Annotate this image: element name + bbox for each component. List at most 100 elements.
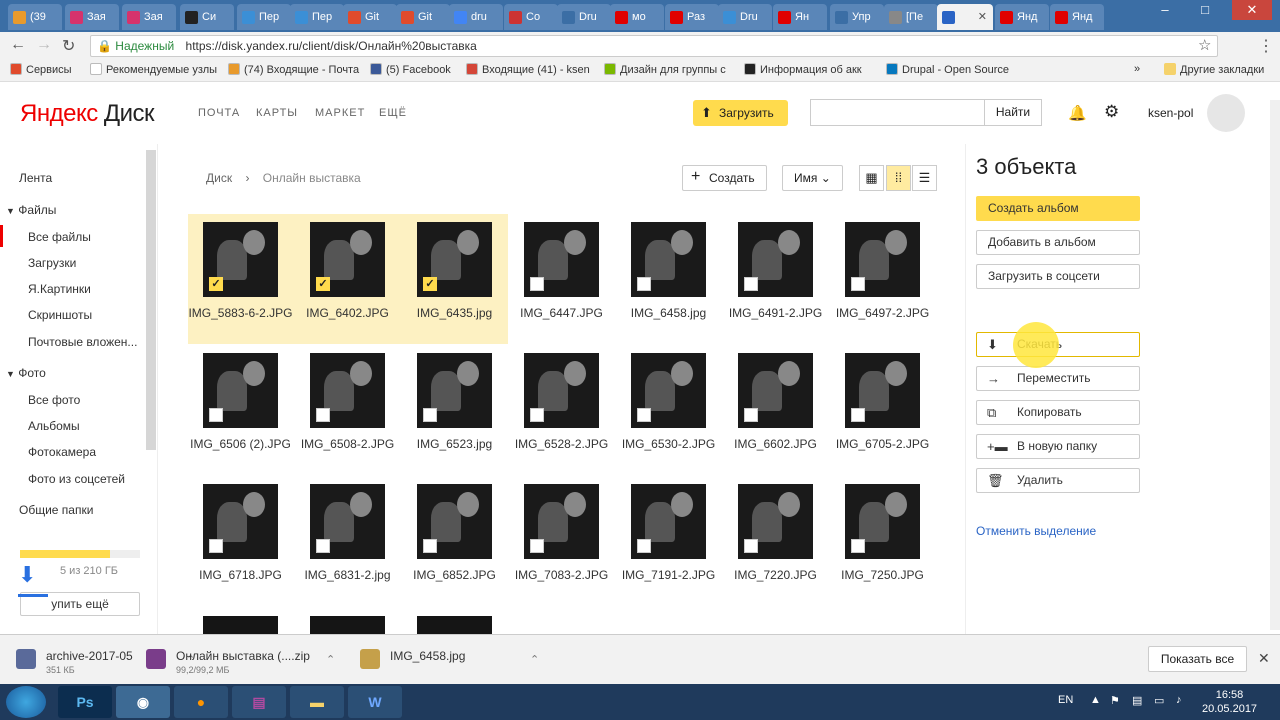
browser-tab[interactable]: Пер <box>237 4 291 30</box>
browser-tab[interactable]: Пер <box>290 4 344 30</box>
file-thumbnail[interactable] <box>738 484 813 559</box>
bookmark-item[interactable]: Дизайн для группы с <box>604 63 726 76</box>
network-icon[interactable]: ▤ <box>1132 694 1142 707</box>
browser-tab[interactable]: Dru <box>557 4 611 30</box>
file-item[interactable]: IMG_6831-2.jpg <box>294 484 401 583</box>
file-checkbox[interactable] <box>851 539 865 553</box>
create-button[interactable]: + Создать <box>682 165 767 191</box>
word-taskbar-icon[interactable]: W <box>348 686 402 718</box>
copy-button[interactable]: ⧉ Копировать <box>976 400 1140 425</box>
browser-tab[interactable]: Си <box>180 4 234 30</box>
volume-icon[interactable]: ♪ <box>1176 694 1182 706</box>
sidebar-item-photo[interactable]: ▼ Фото <box>6 366 46 380</box>
file-item[interactable]: ✓ IMG_5883-6-2.JPG <box>187 222 294 321</box>
file-checkbox[interactable] <box>637 539 651 553</box>
bookmarks-overflow-icon[interactable]: » <box>1134 63 1140 75</box>
file-checkbox[interactable] <box>209 408 223 422</box>
file-checkbox[interactable] <box>744 408 758 422</box>
search-button[interactable]: Найти <box>984 100 1041 125</box>
monitor-icon[interactable]: ▭ <box>1154 694 1164 707</box>
bookmark-item[interactable]: Drupal - Open Source <box>886 63 1009 76</box>
sidebar-item-shared-folders[interactable]: Общие папки <box>19 503 93 517</box>
reload-icon[interactable]: ↻ <box>62 36 75 56</box>
file-thumbnail[interactable] <box>310 353 385 428</box>
sidebar-item-files[interactable]: ▼ Файлы <box>6 203 56 217</box>
file-thumbnail-partial[interactable] <box>417 616 492 634</box>
browser-tab[interactable]: Git <box>396 4 450 30</box>
file-thumbnail[interactable] <box>203 484 278 559</box>
bookmark-item[interactable]: (5) Facebook <box>370 63 451 76</box>
nav-market[interactable]: МАРКЕТ <box>315 107 365 119</box>
file-checkbox[interactable] <box>530 539 544 553</box>
file-item[interactable]: IMG_6602.JPG <box>722 353 829 452</box>
browser-tab[interactable]: Янд <box>1050 4 1104 30</box>
file-thumbnail[interactable] <box>524 222 599 297</box>
menu-icon[interactable]: ⋮ <box>1258 36 1274 56</box>
nav-more[interactable]: ЕЩЁ <box>379 107 407 119</box>
browser-tab[interactable]: Упр <box>830 4 884 30</box>
bell-icon[interactable]: 🔔 <box>1068 104 1087 122</box>
browser-tab[interactable]: [Пе <box>884 4 938 30</box>
tray-expand-icon[interactable]: ▲ <box>1090 694 1101 706</box>
sidebar-item-all-photos[interactable]: Все фото <box>28 393 80 407</box>
username[interactable]: ksen-pol <box>1148 106 1193 120</box>
bookmark-item[interactable]: Сервисы <box>10 63 72 76</box>
breadcrumb-root[interactable]: Диск <box>206 171 232 185</box>
winrar-taskbar-icon[interactable]: ▤ <box>232 686 286 718</box>
browser-tab[interactable]: Ян <box>773 4 827 30</box>
browser-tab[interactable]: Янд <box>995 4 1049 30</box>
file-item[interactable]: IMG_6491-2.JPG <box>722 222 829 321</box>
file-item[interactable]: IMG_6852.JPG <box>401 484 508 583</box>
file-item[interactable]: IMG_6705-2.JPG <box>829 353 936 452</box>
browser-tab[interactable]: Раз <box>665 4 719 30</box>
explorer-taskbar-icon[interactable]: ▬ <box>290 686 344 718</box>
create-album-button[interactable]: Создать альбом <box>976 196 1140 221</box>
file-item[interactable]: IMG_6528-2.JPG <box>508 353 615 452</box>
file-thumbnail[interactable]: ✓ <box>203 222 278 297</box>
file-checkbox[interactable] <box>637 408 651 422</box>
download-item[interactable]: IMG_6458.jpg ⌃ <box>360 643 550 677</box>
bookmark-item[interactable]: Информация об акк <box>744 63 862 76</box>
sidebar-item-downloads[interactable]: Загрузки <box>28 256 76 270</box>
file-thumbnail[interactable] <box>631 353 706 428</box>
bookmark-item[interactable]: Входящие (41) - ksen <box>466 63 590 76</box>
file-item[interactable]: IMG_7250.JPG <box>829 484 936 583</box>
file-checkbox[interactable] <box>423 408 437 422</box>
file-thumbnail-partial[interactable] <box>203 616 278 634</box>
file-thumbnail[interactable] <box>310 484 385 559</box>
gear-icon[interactable]: ⚙ <box>1104 102 1119 122</box>
browser-tab[interactable]: (39 <box>8 4 62 30</box>
page-scrollbar[interactable] <box>1270 100 1280 630</box>
download-item[interactable]: Онлайн выставка (....zip 99,2/99,2 МБ ⌃ <box>146 643 346 677</box>
file-checkbox[interactable] <box>744 539 758 553</box>
file-checkbox[interactable] <box>316 539 330 553</box>
file-item[interactable]: IMG_6458.jpg <box>615 222 722 321</box>
sidebar-item-mail-attachments[interactable]: Почтовые вложен... <box>28 335 137 349</box>
delete-button[interactable]: 🗑 Удалить <box>976 468 1140 493</box>
browser-tab[interactable]: ✕ <box>937 4 993 30</box>
file-thumbnail[interactable] <box>738 353 813 428</box>
new-folder-button[interactable]: +▬ В новую папку <box>976 434 1140 459</box>
nav-maps[interactable]: КАРТЫ <box>256 107 298 119</box>
file-item[interactable]: IMG_7220.JPG <box>722 484 829 583</box>
cancel-selection-link[interactable]: Отменить выделение <box>976 524 1096 538</box>
file-checkbox[interactable] <box>209 539 223 553</box>
view-medium-icons-button[interactable]: ⁞⁞ <box>886 165 911 191</box>
file-checkbox[interactable] <box>423 539 437 553</box>
file-checkbox[interactable] <box>851 277 865 291</box>
file-thumbnail[interactable] <box>738 222 813 297</box>
sort-select[interactable]: Имя ⌄ <box>782 165 843 191</box>
sidebar-scrollbar[interactable] <box>146 150 156 450</box>
file-thumbnail[interactable] <box>203 353 278 428</box>
clock[interactable]: 16:58 20.05.2017 <box>1202 688 1257 716</box>
browser-tab[interactable]: Зая <box>65 4 119 30</box>
yandex-disk-logo[interactable]: Яндекс Диск <box>20 100 155 128</box>
file-checkbox[interactable] <box>316 408 330 422</box>
sidebar-item-social-photos[interactable]: Фото из соцсетей <box>28 472 125 486</box>
star-icon[interactable]: ☆ <box>1198 36 1211 54</box>
nav-mail[interactable]: ПОЧТА <box>198 107 240 119</box>
chrome-taskbar-icon[interactable]: ◉ <box>116 686 170 718</box>
file-thumbnail[interactable] <box>524 484 599 559</box>
minimize-button[interactable]: – <box>1150 0 1180 20</box>
close-window-button[interactable]: ✕ <box>1232 0 1272 20</box>
